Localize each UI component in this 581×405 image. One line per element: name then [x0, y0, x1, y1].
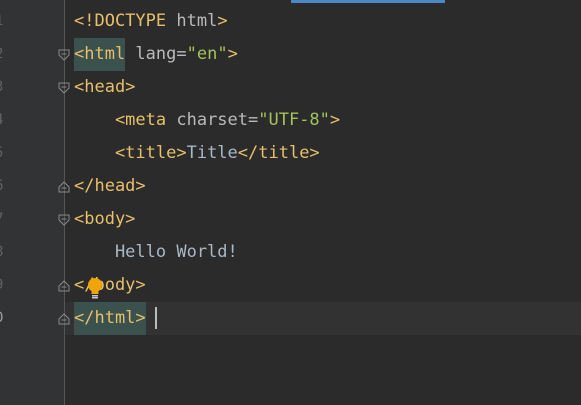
- fold-marker-icon[interactable]: [58, 49, 70, 61]
- code-token: >: [217, 11, 228, 31]
- fold-marker-icon[interactable]: [58, 181, 70, 193]
- code-line[interactable]: </html>: [74, 302, 146, 335]
- line-number: 6: [0, 170, 9, 203]
- code-line[interactable]: </body>: [74, 269, 146, 302]
- code-token: Title: [186, 143, 238, 163]
- line-number: 3: [0, 71, 9, 104]
- code-token: "en": [186, 44, 228, 64]
- line-number: 0: [0, 302, 9, 335]
- line-number: 8: [0, 236, 9, 269]
- line-number: 7: [0, 203, 9, 236]
- code-token: <body>: [74, 209, 136, 229]
- code-token: </body>: [74, 275, 146, 295]
- code-token: </html>: [74, 302, 146, 335]
- code-token: lang=: [125, 44, 187, 64]
- code-line[interactable]: <meta charset="UTF-8">: [74, 104, 340, 137]
- code-line[interactable]: <head>: [74, 71, 135, 104]
- code-line[interactable]: Hello World!: [74, 236, 238, 269]
- line-number: 9: [0, 269, 9, 302]
- code-token: </head>: [74, 176, 146, 196]
- code-token: <!DOCTYPE: [74, 11, 177, 31]
- line-number: 5: [0, 137, 9, 170]
- line-number-gutter[interactable]: 1234567890: [0, 0, 64, 405]
- text-caret: [155, 307, 157, 329]
- code-token: <head>: [74, 77, 136, 97]
- fold-marker-icon[interactable]: [58, 313, 70, 325]
- code-token: Hello World!: [74, 242, 238, 262]
- code-token: >: [227, 44, 238, 64]
- code-token: >: [329, 110, 341, 130]
- fold-marker-icon[interactable]: [58, 214, 70, 226]
- line-number: 1: [0, 5, 9, 38]
- code-line[interactable]: <!DOCTYPE html>: [74, 5, 228, 38]
- code-editor[interactable]: 1234567890 <!DOCTYPE html><html lang="en…: [0, 0, 581, 405]
- code-line[interactable]: <title>Title</title>: [74, 137, 320, 170]
- code-token: </title>: [237, 143, 320, 163]
- lightbulb-icon[interactable]: [86, 277, 104, 299]
- line-number: 4: [0, 104, 9, 137]
- fold-marker-icon[interactable]: [58, 82, 70, 94]
- code-token: html: [176, 11, 218, 31]
- code-line[interactable]: </head>: [74, 170, 146, 203]
- active-tab-indicator: [291, 0, 445, 3]
- code-line[interactable]: <html lang="en">: [74, 38, 238, 71]
- code-token: <title>: [74, 143, 187, 163]
- code-line[interactable]: <body>: [74, 203, 135, 236]
- line-number: 2: [0, 38, 9, 71]
- fold-marker-icon[interactable]: [58, 280, 70, 292]
- code-token: charset=: [176, 110, 259, 130]
- code-token: "UTF-8": [258, 110, 330, 130]
- code-token: <meta: [74, 110, 177, 130]
- code-token: <html: [74, 38, 126, 71]
